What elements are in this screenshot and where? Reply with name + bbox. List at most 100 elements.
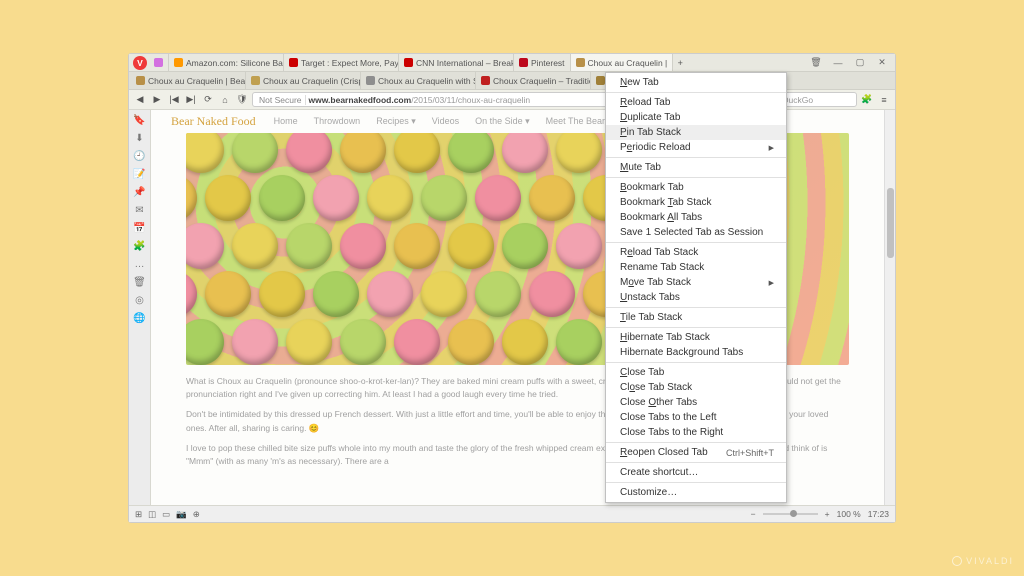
context-menu-item[interactable]: Periodic Reload▶ [606,140,786,155]
site-nav-link[interactable]: Home [274,116,298,127]
hero-puff [529,271,575,317]
favicon [481,76,490,85]
menu-separator [606,362,786,363]
panel-icon[interactable]: 📅 [134,222,146,234]
status-icon[interactable]: ◫ [148,509,156,520]
stacked-tab[interactable]: Choux Craquelin – Traditio [476,72,591,89]
fast-forward-button[interactable]: ▶| [184,93,198,107]
panel-icon[interactable]: … [134,258,146,270]
menu-label: Move Tab Stack [620,277,691,288]
status-icon[interactable]: 📷 [176,509,187,520]
context-menu-item[interactable]: Bookmark Tab [606,180,786,195]
context-menu-item[interactable]: New Tab [606,75,786,90]
panel-icon[interactable]: 🧩 [134,240,146,252]
status-icon[interactable]: ⊞ [135,509,142,520]
favicon [154,58,163,67]
hero-puff [502,223,548,269]
tab-label: Choux au Craquelin with Sa [378,76,476,86]
url-path: /2015/03/11/choux-au-craquelin [411,95,530,105]
zoom-increase[interactable]: + [825,509,830,519]
hero-puff [232,319,278,365]
scrollbar-thumb[interactable] [887,188,894,258]
context-menu-item[interactable]: Reload Tab Stack [606,245,786,260]
tab-label: Amazon.com: Silicone Baki [186,58,284,68]
context-menu-item[interactable]: Hibernate Tab Stack [606,330,786,345]
status-icon[interactable]: ⊕ [193,509,200,520]
shield-icon[interactable]: 🛡 [235,93,249,107]
panel-icon[interactable]: ✉ [134,204,146,216]
zoom-decrease[interactable]: − [751,509,756,519]
menu-icon[interactable]: ≡ [877,93,891,107]
context-menu-item[interactable]: Save 1 Selected Tab as Session [606,225,786,240]
new-tab-button[interactable]: + [673,56,687,70]
browser-tab[interactable]: Target : Expect More, Pay L [284,54,399,71]
extensions-icon[interactable]: 🧩 [860,93,874,107]
panel-icon[interactable]: ◎ [134,294,146,306]
context-menu-item[interactable]: Tile Tab Stack [606,310,786,325]
context-menu-item[interactable]: Reopen Closed TabCtrl+Shift+T [606,445,786,460]
zoom-slider[interactable] [763,513,818,515]
stacked-tab[interactable]: Choux au Craquelin with Sa [361,72,476,89]
rewind-button[interactable]: |◀ [167,93,181,107]
context-menu-item[interactable]: Close Tabs to the Right [606,425,786,440]
context-menu-item[interactable]: Customize… [606,485,786,500]
browser-tab[interactable]: Pinterest [514,54,571,71]
context-menu-item[interactable]: Rename Tab Stack [606,260,786,275]
context-menu-item[interactable]: Bookmark All Tabs [606,210,786,225]
context-menu-item[interactable]: Reload Tab [606,95,786,110]
panel-icon[interactable]: ⬇ [134,132,146,144]
status-icon[interactable]: ▭ [162,509,170,520]
site-nav-link[interactable]: Meet The Bear [546,116,605,127]
hero-puff [286,133,332,173]
panel-icon[interactable]: 📌 [134,186,146,198]
hero-puff [448,133,494,173]
reload-button[interactable]: ⟳ [201,93,215,107]
scrollbar-vertical[interactable] [884,110,895,505]
context-menu-item[interactable]: Close Tab Stack [606,380,786,395]
context-menu-item[interactable]: Close Tab [606,365,786,380]
back-button[interactable]: ◀ [133,93,147,107]
forward-button[interactable]: ▶ [150,93,164,107]
site-nav-link[interactable]: On the Side ▾ [475,116,530,127]
context-menu-item[interactable]: Unstack Tabs [606,290,786,305]
favicon [366,76,375,85]
site-nav-link[interactable]: Throwdown [314,116,361,127]
context-menu-item[interactable]: Close Other Tabs [606,395,786,410]
site-nav-link[interactable]: Videos [432,116,459,127]
menu-label: Tile Tab Stack [620,312,682,323]
menu-label: Create shortcut… [620,467,698,478]
browser-tab[interactable]: Choux au Craquelin | [571,54,674,71]
favicon [136,76,145,85]
stacked-tab[interactable]: Choux au Craquelin (Crisp [246,72,361,89]
context-menu-item[interactable]: Create shortcut… [606,465,786,480]
close-window-button[interactable]: ✕ [871,54,893,71]
minimize-button[interactable]: — [827,54,849,71]
context-menu-item[interactable]: Pin Tab Stack [606,125,786,140]
panel-icon[interactable]: 🗑 [134,276,146,288]
context-menu-item[interactable]: Mute Tab [606,160,786,175]
panel-icon[interactable]: 📝 [134,168,146,180]
home-button[interactable]: ⌂ [218,93,232,107]
browser-tab[interactable]: CNN International – Breaki [399,54,514,71]
hero-puff [259,271,305,317]
panel-icon[interactable]: 🌐 [134,312,146,324]
context-menu-item[interactable]: Bookmark Tab Stack [606,195,786,210]
panel-icon[interactable]: 🔖 [134,114,146,126]
context-menu-item[interactable]: Close Tabs to the Left [606,410,786,425]
context-menu-item[interactable]: Hibernate Background Tabs [606,345,786,360]
hero-puff [475,175,521,221]
browser-tab[interactable] [149,54,169,71]
maximize-button[interactable]: ▢ [849,54,871,71]
hero-puff [556,319,602,365]
vivaldi-logo-icon[interactable]: V [133,56,147,70]
site-nav-link[interactable]: Recipes ▾ [376,116,416,127]
browser-tab[interactable]: Amazon.com: Silicone Baki [169,54,284,71]
hero-puff [186,271,197,317]
side-panel: 🔖 ⬇ 🕘 📝 📌 ✉ 📅 🧩 … 🗑 ◎ 🌐 [129,110,151,505]
panel-icon[interactable]: 🕘 [134,150,146,162]
clock: 17:23 [868,509,889,519]
context-menu-item[interactable]: Move Tab Stack▶ [606,275,786,290]
stacked-tab[interactable]: Choux au Craquelin | Bear [131,72,246,89]
trash-icon[interactable]: 🗑 [805,54,827,71]
context-menu-item[interactable]: Duplicate Tab [606,110,786,125]
